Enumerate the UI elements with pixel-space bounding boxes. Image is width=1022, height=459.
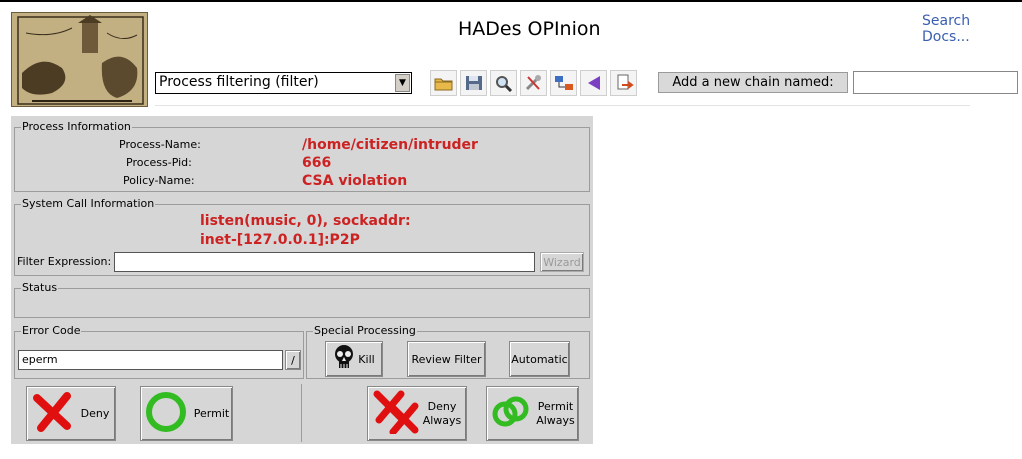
- deny-always-x-icon: [373, 390, 419, 437]
- deny-always-line-1: Deny: [427, 399, 457, 413]
- error-code-label: Error Code: [21, 324, 82, 338]
- back-arrow-icon[interactable]: [580, 70, 607, 96]
- permit-always-line-1: Permit: [537, 399, 574, 413]
- process-name-value: /home/citizen/intruder: [302, 137, 478, 153]
- deny-label: Deny: [80, 407, 110, 420]
- kill-label: Kill: [358, 352, 375, 366]
- search-docs-link[interactable]: Search Docs...: [922, 13, 1022, 45]
- action-divider: [301, 384, 302, 442]
- find-icon[interactable]: [490, 70, 517, 96]
- app-title: HADes OPInion: [458, 18, 601, 40]
- error-code-select-button[interactable]: /: [285, 350, 301, 370]
- permit-circle-icon: [144, 390, 188, 437]
- process-info-group: Process Information Process-Name: /home/…: [14, 120, 590, 192]
- deny-always-line-2: Always: [422, 413, 462, 427]
- review-filter-button[interactable]: Review Filter: [407, 341, 486, 377]
- network-icon[interactable]: [550, 70, 577, 96]
- permit-always-line-2: Always: [536, 413, 575, 427]
- automatic-button[interactable]: Automatic: [509, 341, 570, 377]
- top-border: [0, 0, 1022, 2]
- process-pid-value: 666: [302, 155, 332, 171]
- deny-x-icon: [32, 392, 73, 435]
- deny-always-label: Deny Always: [423, 400, 462, 428]
- open-folder-icon[interactable]: [430, 70, 457, 96]
- policy-name-label: Policy-Name:: [123, 174, 195, 187]
- process-info-label: Process Information: [21, 120, 132, 134]
- toolbar: [430, 70, 640, 98]
- syscall-line-2: inet-[127.0.0.1]:P2P: [200, 232, 360, 248]
- opinion-panel: Process Information Process-Name: /home/…: [11, 116, 593, 444]
- process-pid-label: Process-Pid:: [126, 156, 192, 169]
- new-chain-name-input[interactable]: [853, 71, 1018, 94]
- syscall-line-1: listen(music, 0), sockaddr:: [200, 213, 411, 229]
- chain-select-value: Process filtering (filter): [159, 74, 319, 90]
- special-processing-group: Special Processing Kill Review Filter Au…: [306, 324, 590, 379]
- special-processing-label: Special Processing: [313, 324, 417, 338]
- error-code-input[interactable]: eperm: [18, 350, 283, 370]
- status-group: Status: [14, 281, 590, 318]
- app-logo: [11, 12, 148, 107]
- permit-always-button[interactable]: Permit Always: [486, 386, 579, 441]
- filter-expression-label: Filter Expression:: [17, 255, 112, 268]
- kill-button[interactable]: Kill: [325, 341, 383, 377]
- policy-name-value: CSA violation: [302, 173, 408, 189]
- skull-icon: [333, 344, 355, 375]
- import-icon[interactable]: [610, 70, 637, 96]
- header-divider: [155, 105, 970, 106]
- chevron-down-icon[interactable]: ▼: [395, 74, 410, 92]
- chain-select[interactable]: Process filtering (filter) ▼: [155, 72, 412, 94]
- deny-always-button[interactable]: Deny Always: [367, 386, 467, 441]
- tools-icon[interactable]: [520, 70, 547, 96]
- permit-label: Permit: [193, 407, 230, 420]
- status-label: Status: [21, 281, 59, 295]
- syscall-info-group: System Call Information listen(music, 0)…: [14, 197, 590, 276]
- permit-always-label: Permit Always: [536, 400, 575, 428]
- permit-always-circles-icon: [490, 392, 532, 435]
- process-name-label: Process-Name:: [119, 138, 201, 151]
- wizard-button[interactable]: Wizard: [540, 252, 584, 272]
- error-code-group: Error Code eperm /: [14, 324, 304, 379]
- syscall-info-label: System Call Information: [21, 197, 156, 211]
- permit-button[interactable]: Permit: [140, 386, 233, 441]
- save-icon[interactable]: [460, 70, 487, 96]
- filter-expression-input[interactable]: [114, 252, 535, 272]
- deny-button[interactable]: Deny: [26, 386, 116, 441]
- add-chain-button[interactable]: Add a new chain named:: [658, 72, 848, 93]
